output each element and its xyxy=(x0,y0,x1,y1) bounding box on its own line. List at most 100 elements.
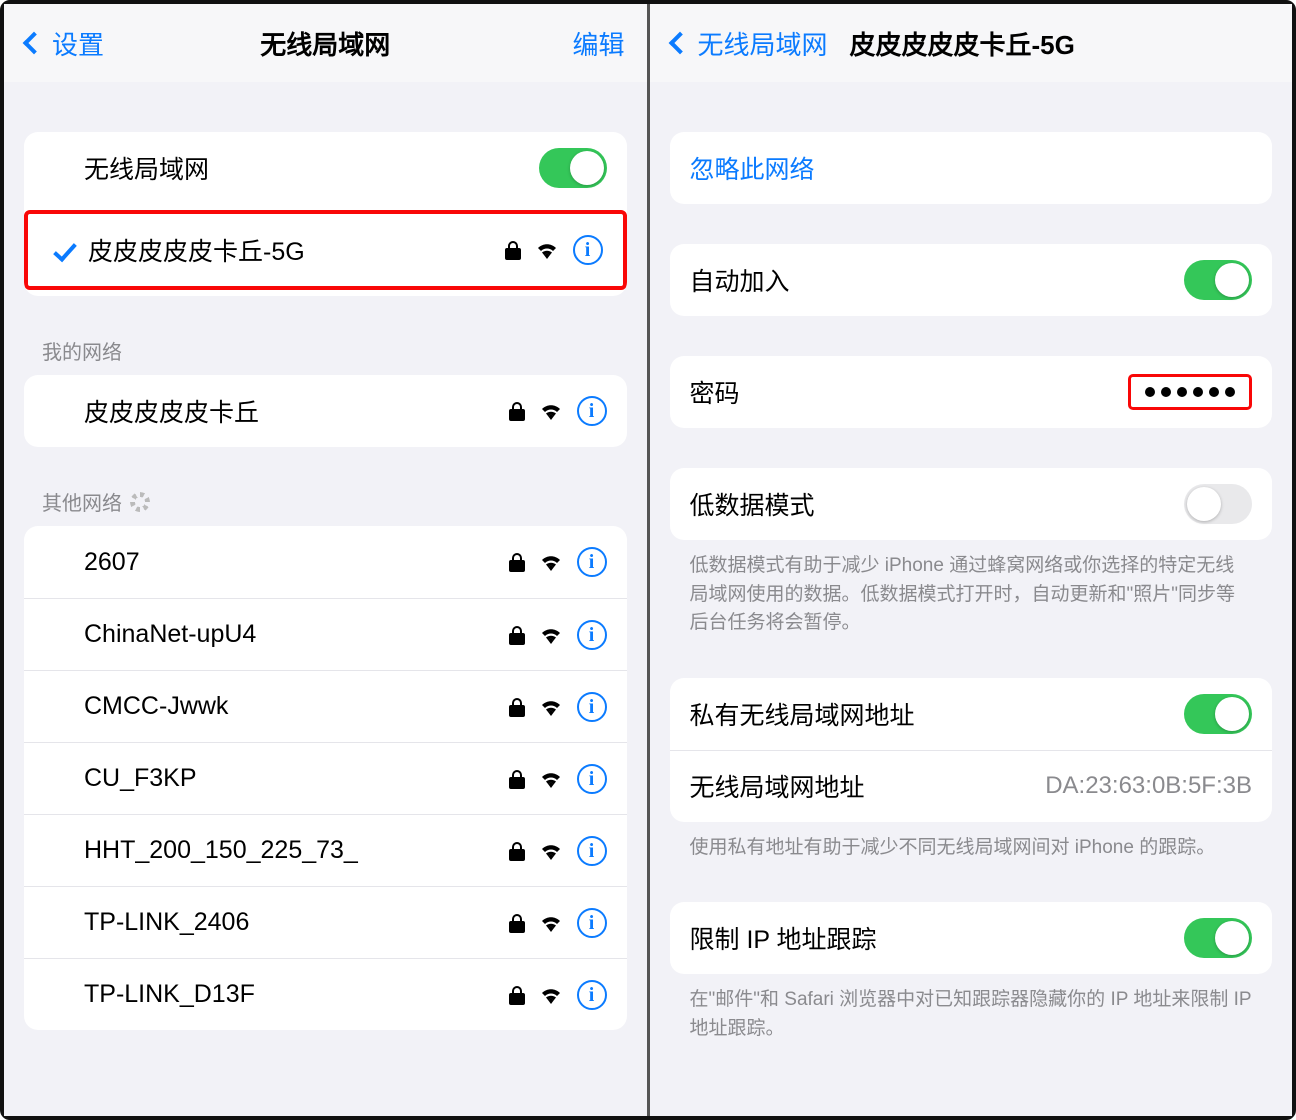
low-data-group: 低数据模式 xyxy=(670,468,1273,540)
lock-icon xyxy=(509,769,525,789)
forget-group: 忽略此网络 xyxy=(670,132,1273,204)
mac-value: DA:23:63:0B:5F:3B xyxy=(1045,772,1252,800)
private-address-switch[interactable] xyxy=(1184,694,1252,734)
lock-icon xyxy=(509,625,525,645)
forget-network-button[interactable]: 忽略此网络 xyxy=(670,132,1273,204)
auto-join-row[interactable]: 自动加入 xyxy=(670,244,1273,316)
back-label: 设置 xyxy=(52,25,104,62)
info-icon[interactable]: i xyxy=(577,547,607,577)
connected-network-highlight: 皮皮皮皮皮卡丘-5G i xyxy=(24,210,627,290)
auto-join-label: 自动加入 xyxy=(690,262,1185,298)
wifi-icon xyxy=(535,241,559,259)
low-data-switch[interactable] xyxy=(1184,484,1252,524)
network-name: CMCC-Jwwk xyxy=(84,692,509,721)
network-row[interactable]: HHT_200_150_225_73_ i xyxy=(24,814,627,886)
info-icon[interactable]: i xyxy=(577,980,607,1010)
network-name: ChinaNet-upU4 xyxy=(84,620,509,649)
network-row[interactable]: CMCC-Jwwk i xyxy=(24,670,627,742)
lock-icon xyxy=(509,697,525,717)
password-row[interactable]: 密码 xyxy=(670,356,1273,428)
info-icon[interactable]: i xyxy=(577,908,607,938)
page-title: 无线局域网 xyxy=(260,25,390,62)
network-row[interactable]: CU_F3KP i xyxy=(24,742,627,814)
network-row[interactable]: ChinaNet-upU4 i xyxy=(24,598,627,670)
checkmark-icon xyxy=(53,238,77,262)
network-name: 皮皮皮皮皮卡丘 xyxy=(84,393,509,429)
network-name: 2607 xyxy=(84,548,509,577)
network-row[interactable]: 2607 i xyxy=(24,526,627,598)
info-icon[interactable]: i xyxy=(577,836,607,866)
info-icon[interactable]: i xyxy=(573,235,603,265)
info-icon[interactable]: i xyxy=(577,620,607,650)
info-icon[interactable]: i xyxy=(577,764,607,794)
chevron-back-icon xyxy=(23,32,46,55)
limit-ip-switch[interactable] xyxy=(1184,918,1252,958)
network-name: TP-LINK_D13F xyxy=(84,980,509,1009)
wifi-icon xyxy=(539,986,563,1004)
edit-label: 编辑 xyxy=(572,25,624,62)
lock-icon xyxy=(509,913,525,933)
network-row[interactable]: TP-LINK_D13F i xyxy=(24,958,627,1030)
password-group: 密码 xyxy=(670,356,1273,428)
network-row[interactable]: 皮皮皮皮皮卡丘 i xyxy=(24,375,627,447)
other-networks-header: 其他网络 xyxy=(24,487,627,526)
network-name: HHT_200_150_225_73_ xyxy=(84,836,509,865)
other-networks-group: 2607iChinaNet-upU4iCMCC-JwwkiCU_F3KPiHHT… xyxy=(24,526,627,1030)
info-icon[interactable]: i xyxy=(577,396,607,426)
password-label: 密码 xyxy=(690,374,1129,410)
wifi-icon xyxy=(539,553,563,571)
chevron-back-icon xyxy=(668,32,691,55)
my-networks-header: 我的网络 xyxy=(24,336,627,375)
wifi-icon xyxy=(539,770,563,788)
wifi-icon xyxy=(539,698,563,716)
forget-label: 忽略此网络 xyxy=(690,150,1253,186)
low-data-label: 低数据模式 xyxy=(690,486,1185,522)
back-label: 无线局域网 xyxy=(698,25,828,62)
auto-join-switch[interactable] xyxy=(1184,260,1252,300)
lock-icon xyxy=(505,240,521,260)
wifi-toggle-switch[interactable] xyxy=(539,148,607,188)
connected-network-row[interactable]: 皮皮皮皮皮卡丘-5G i xyxy=(28,214,623,286)
network-name: CU_F3KP xyxy=(84,764,509,793)
network-row[interactable]: TP-LINK_2406 i xyxy=(24,886,627,958)
wifi-icon xyxy=(539,914,563,932)
lock-icon xyxy=(509,985,525,1005)
mac-label: 无线局域网地址 xyxy=(690,768,1046,804)
lock-icon xyxy=(509,401,525,421)
navbar-left: 设置 无线局域网 编辑 xyxy=(4,4,647,82)
limit-ip-group: 限制 IP 地址跟踪 xyxy=(670,902,1273,974)
low-data-row[interactable]: 低数据模式 xyxy=(670,468,1273,540)
wifi-detail-screen: 无线局域网 皮皮皮皮皮卡丘-5G 忽略此网络 自动加入 密码 xyxy=(650,4,1293,1116)
limit-ip-row[interactable]: 限制 IP 地址跟踪 xyxy=(670,902,1273,974)
lock-icon xyxy=(509,552,525,572)
network-name: TP-LINK_2406 xyxy=(84,908,509,937)
wifi-toggle-label: 无线局域网 xyxy=(84,150,539,186)
private-address-label: 私有无线局域网地址 xyxy=(690,696,1185,732)
wifi-icon xyxy=(539,402,563,420)
spinner-icon xyxy=(130,492,150,512)
limit-ip-label: 限制 IP 地址跟踪 xyxy=(690,920,1185,956)
back-button[interactable]: 设置 xyxy=(26,25,146,62)
auto-join-group: 自动加入 xyxy=(670,244,1273,316)
wifi-toggle-group: 无线局域网 皮皮皮皮皮卡丘-5G xyxy=(24,132,627,296)
back-button[interactable]: 无线局域网 xyxy=(672,25,842,62)
private-address-group: 私有无线局域网地址 无线局域网地址 DA:23:63:0B:5F:3B xyxy=(670,678,1273,822)
mac-address-row[interactable]: 无线局域网地址 DA:23:63:0B:5F:3B xyxy=(670,750,1273,822)
wifi-list-screen: 设置 无线局域网 编辑 无线局域网 皮皮皮皮皮卡丘-5 xyxy=(4,4,650,1116)
wifi-icon xyxy=(539,626,563,644)
my-networks-group: 皮皮皮皮皮卡丘 i xyxy=(24,375,627,447)
connected-network-name: 皮皮皮皮皮卡丘-5G xyxy=(88,232,505,268)
info-icon[interactable]: i xyxy=(577,692,607,722)
low-data-footer: 低数据模式有助于减少 iPhone 通过蜂窝网络或你选择的特定无线局域网使用的数… xyxy=(670,540,1273,638)
limit-ip-footer: 在"邮件"和 Safari 浏览器中对已知跟踪器隐藏你的 IP 地址来限制 IP… xyxy=(670,974,1273,1043)
page-title: 皮皮皮皮皮卡丘-5G xyxy=(842,25,1251,62)
wifi-master-row[interactable]: 无线局域网 xyxy=(24,132,627,204)
private-address-footer: 使用私有地址有助于减少不同无线局域网间对 iPhone 的跟踪。 xyxy=(670,822,1273,863)
password-value-highlight xyxy=(1128,374,1252,410)
lock-icon xyxy=(509,841,525,861)
password-masked-value xyxy=(1139,383,1241,401)
navbar-right: 无线局域网 皮皮皮皮皮卡丘-5G xyxy=(650,4,1293,82)
wifi-icon xyxy=(539,842,563,860)
edit-button[interactable]: 编辑 xyxy=(504,25,624,62)
private-address-row[interactable]: 私有无线局域网地址 xyxy=(670,678,1273,750)
